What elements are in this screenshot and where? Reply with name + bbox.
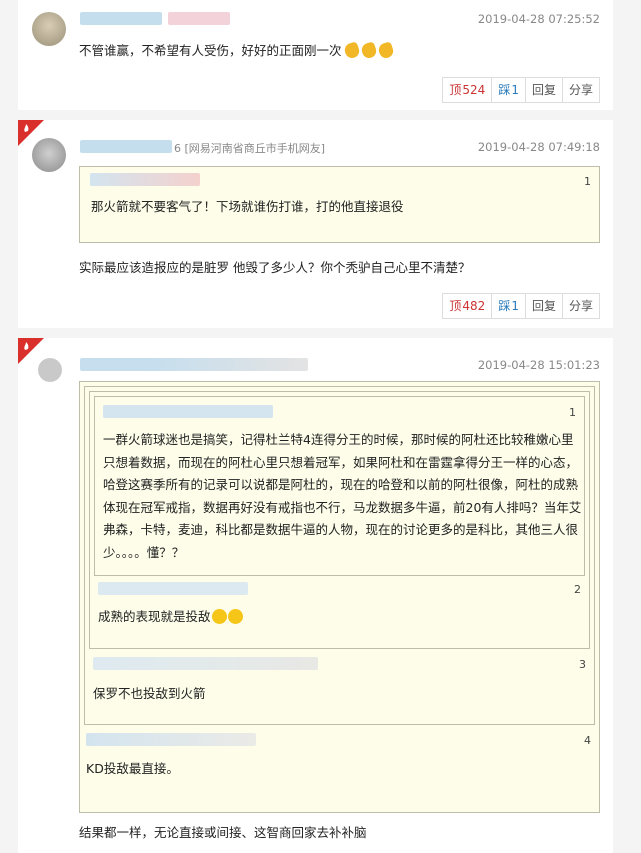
laughing-face-icon bbox=[211, 609, 227, 624]
username-blurred[interactable] bbox=[80, 140, 172, 153]
comment-time: 2019-04-28 07:49:18 bbox=[477, 140, 600, 154]
comment-card-3: 2019-04-28 15:01:23 1 一群火箭球迷也是搞笑，记得杜兰特4连… bbox=[18, 338, 613, 853]
quote-box-2: 1 一群火箭球迷也是搞笑，记得杜兰特4连得分王的时候，那时候的阿杜还比较稚嫩心里… bbox=[89, 391, 590, 649]
comment-time: 2019-04-28 07:25:52 bbox=[477, 12, 600, 26]
avatar[interactable] bbox=[32, 138, 66, 172]
comment-text: 结果都一样，无论直接或间接、这智商回家去补补脑 bbox=[79, 825, 367, 840]
quote-index: 4 bbox=[584, 734, 591, 747]
user-source: 6 [网易河南省商丘市手机网友] bbox=[174, 142, 326, 155]
clap-icon bbox=[359, 41, 378, 60]
quote-text: 保罗不也投敌到火箭 bbox=[93, 686, 206, 701]
user-source-blurred bbox=[168, 12, 230, 25]
quote-text: KD投敌最直接。 bbox=[86, 761, 179, 776]
username-blurred[interactable] bbox=[80, 12, 162, 25]
comment-text: 不管谁赢，不希望有人受伤，好好的正面刚一次 bbox=[79, 40, 395, 60]
clap-icon bbox=[342, 41, 361, 60]
quote-index: 2 bbox=[574, 583, 581, 596]
comment-card-1: 2019-04-28 07:25:52 不管谁赢，不希望有人受伤，好好的正面刚一… bbox=[18, 0, 613, 110]
hot-flag-icon bbox=[18, 338, 44, 364]
comment-text: 实际最应该造报应的是脏罗 他毁了多少人？你个秃驴自己心里不清楚？ bbox=[79, 260, 471, 275]
comment-actions: 顶524 踩1 回复 分享 bbox=[442, 77, 600, 103]
reply-button[interactable]: 回复 bbox=[525, 293, 563, 319]
quote-username-blurred bbox=[98, 582, 248, 595]
quote-index: 3 bbox=[579, 658, 586, 671]
quote-box-4: 1 一群火箭球迷也是搞笑，记得杜兰特4连得分王的时候，那时候的阿杜还比较稚嫩心里… bbox=[79, 381, 600, 813]
quote-box-1: 1 一群火箭球迷也是搞笑，记得杜兰特4连得分王的时候，那时候的阿杜还比较稚嫩心里… bbox=[94, 396, 585, 576]
quote-index: 1 bbox=[569, 406, 576, 419]
share-button[interactable]: 分享 bbox=[562, 293, 600, 319]
username-blurred[interactable] bbox=[80, 358, 308, 371]
reply-button[interactable]: 回复 bbox=[525, 77, 563, 103]
quote-username-blurred bbox=[103, 405, 273, 418]
quote-box-3: 1 一群火箭球迷也是搞笑，记得杜兰特4连得分王的时候，那时候的阿杜还比较稚嫩心里… bbox=[84, 386, 595, 725]
quote-text: 那火箭就不要客气了！下场就谁伤打谁，打的他直接退役 bbox=[91, 199, 404, 214]
upvote-button[interactable]: 顶524 bbox=[442, 77, 493, 103]
avatar[interactable] bbox=[32, 12, 66, 46]
laughing-face-icon bbox=[227, 609, 243, 624]
comment-actions: 顶482 踩1 回复 分享 bbox=[442, 293, 600, 319]
comment-card-2: 6 [网易河南省商丘市手机网友] 2019-04-28 07:49:18 1 那… bbox=[18, 120, 613, 328]
clap-icon bbox=[376, 41, 395, 60]
quote-username-blurred bbox=[93, 657, 318, 670]
comment-text-content: 不管谁赢，不希望有人受伤，好好的正面刚一次 bbox=[79, 43, 342, 58]
downvote-button[interactable]: 踩1 bbox=[492, 293, 526, 319]
quote-username-blurred bbox=[90, 173, 200, 186]
quote-text: 成熟的表现就是投敌 bbox=[98, 606, 243, 629]
quote-index: 1 bbox=[584, 175, 591, 188]
avatar[interactable] bbox=[38, 358, 62, 382]
upvote-button[interactable]: 顶482 bbox=[442, 293, 493, 319]
comment-time: 2019-04-28 15:01:23 bbox=[477, 358, 600, 372]
downvote-button[interactable]: 踩1 bbox=[492, 77, 526, 103]
quote-text: 一群火箭球迷也是搞笑，记得杜兰特4连得分王的时候，那时候的阿杜还比较稚嫩心里 只… bbox=[103, 432, 582, 560]
quote-box-1: 1 那火箭就不要客气了！下场就谁伤打谁，打的他直接退役 bbox=[79, 166, 600, 243]
quote-username-blurred bbox=[86, 733, 256, 746]
share-button[interactable]: 分享 bbox=[562, 77, 600, 103]
